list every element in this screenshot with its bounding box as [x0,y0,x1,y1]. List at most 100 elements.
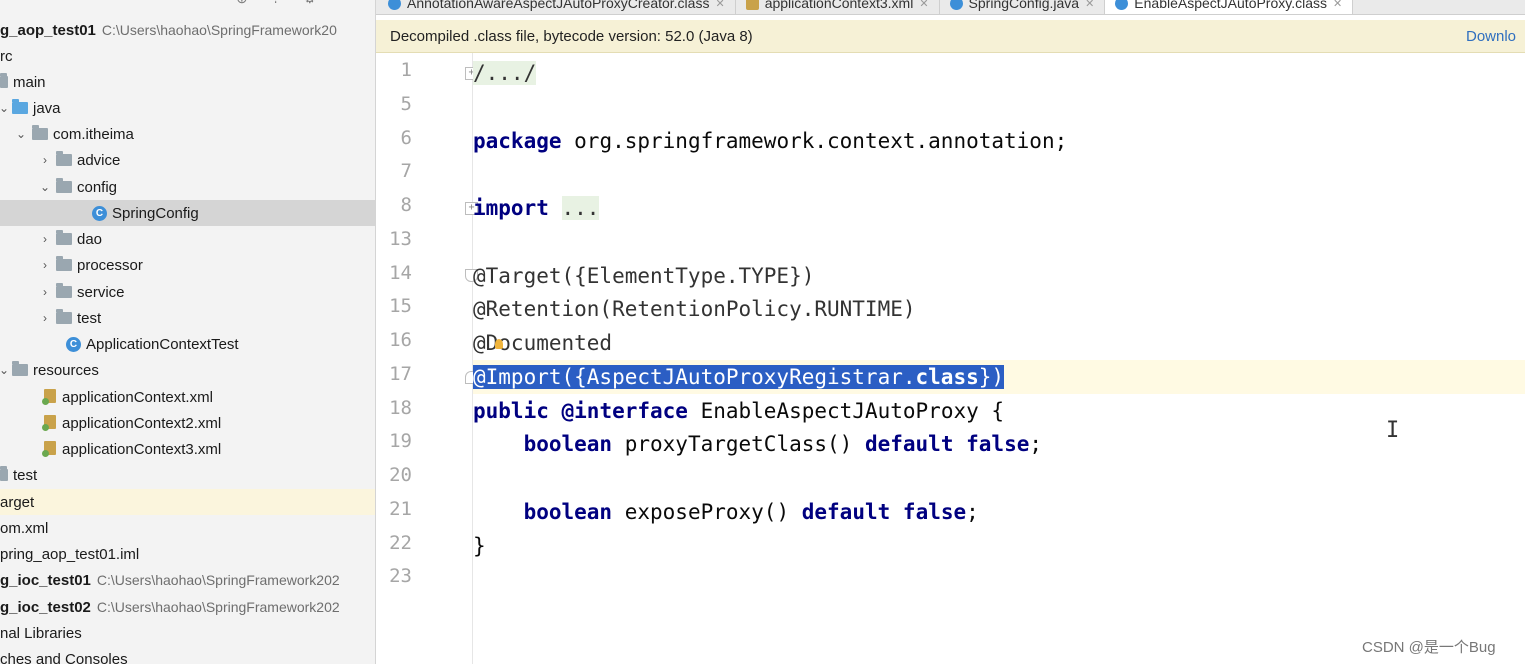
tree-item-appctx2-xml[interactable]: applicationContext2.xml [0,410,375,436]
tree-item-label: om.xml [0,519,49,537]
tab-label: applicationContext3.xml [764,0,914,11]
code-text: proxyTargetClass() [612,432,865,456]
tree-item-dao[interactable]: › dao [0,226,375,252]
tab-springconfig[interactable]: SpringConfig.java ✕ [940,0,1106,14]
chevron-down-icon[interactable]: ⌄ [14,127,28,141]
folded-region[interactable]: /.../ [473,61,537,85]
lightbulb-icon[interactable] [495,339,503,349]
xml-file-icon [42,441,56,457]
tree-item-label: arget [0,493,35,511]
keyword: boolean [523,432,613,456]
chevron-down-icon[interactable]: ⌄ [0,363,9,377]
tab-annotation-aware[interactable]: AnnotationAwareAspectJAutoProxyCreator.c… [376,0,736,14]
package-icon [56,178,72,193]
collapse-icon[interactable]: ⇡ [270,0,282,8]
tree-item-test-folder[interactable]: test [0,462,375,488]
package-icon [56,151,72,166]
line-number: 5 [400,93,412,115]
tree-item-main[interactable]: main [0,69,375,95]
tree-item-com-itheima[interactable]: ⌄ com.itheima [0,121,375,147]
folder-icon [0,73,8,88]
code-line-16: @Documented [473,326,1525,360]
watermark: CSDN @是一个Bug [1362,639,1496,656]
keyword: class [915,365,979,389]
chevron-right-icon[interactable]: › [38,285,52,299]
tree-item-label: nal Libraries [0,624,82,642]
tree-item-resources[interactable]: ⌄ resources [0,357,375,383]
tree-item-src[interactable]: rc [0,43,375,69]
tree-item-label: com.itheima [53,125,134,143]
tree-item-pom-xml[interactable]: om.xml [0,515,375,541]
chevron-right-icon[interactable]: › [38,232,52,246]
module-path: C:\Users\haohao\SpringFramework20 [101,22,337,38]
tree-item-label: dao [77,230,103,248]
module-path: C:\Users\haohao\SpringFramework202 [96,599,340,615]
tree-item-iml[interactable]: pring_aop_test01.iml [0,541,375,567]
tree-item-test-package[interactable]: › test [0,305,375,331]
tree-item-springconfig[interactable]: C SpringConfig [0,200,375,226]
package-icon [56,256,72,271]
tab-appctx3-xml[interactable]: applicationContext3.xml ✕ [736,0,940,14]
download-sources-link[interactable]: Downlo [1466,28,1516,45]
keyword: import [473,196,549,220]
package-icon [32,125,48,140]
tree-item-service[interactable]: › service [0,279,375,305]
code-line-19: boolean proxyTargetClass() default false… [473,427,1525,461]
tree-item-label: advice [77,151,121,169]
keyword: public [473,399,549,423]
keyword: @interface [561,399,688,423]
close-icon[interactable]: ✕ [715,0,724,10]
close-icon[interactable]: ✕ [919,0,928,10]
banner-message: Decompiled .class file, bytecode version… [390,27,753,45]
gear-icon[interactable]: ⚙ [303,0,316,8]
chevron-right-icon[interactable]: › [38,258,52,272]
line-number: 22 [389,532,412,554]
keyword: false [966,432,1030,456]
line-number: 20 [389,464,412,486]
tree-item-external-libraries[interactable]: nal Libraries [0,620,375,646]
tree-item-advice[interactable]: › advice [0,147,375,173]
tree-item-processor[interactable]: › processor [0,252,375,278]
tree-item-applicationcontexttest[interactable]: C ApplicationContextTest [0,331,375,357]
tree-item-scratches[interactable]: ches and Consoles [0,646,375,664]
project-tree-panel: ⊕ ⇡ ⚙ — g_aop_test01 C:\Users\haohao\Spr… [0,0,376,664]
package-icon [56,230,72,245]
minimize-icon[interactable]: — [338,0,352,8]
tree-item-appctx3-xml[interactable]: applicationContext3.xml [0,436,375,462]
module-name: g_ioc_test01 [0,571,91,589]
tree-item-appctx-xml[interactable]: applicationContext.xml [0,384,375,410]
tree-item-module-aop[interactable]: g_aop_test01 C:\Users\haohao\SpringFrame… [0,17,375,43]
chevron-right-icon[interactable]: › [38,311,52,325]
tree-item-target[interactable]: arget [0,489,375,515]
folder-icon [0,466,8,481]
line-number: 21 [389,498,412,520]
line-number: 7 [400,160,412,182]
tree-item-module-ioc1[interactable]: g_ioc_test01 C:\Users\haohao\SpringFrame… [0,567,375,593]
line-number: 14 [389,262,412,284]
editor-gutter: 1 5 6 7 8 13 14 15 16 17 18 19 20 21 22 … [376,53,478,664]
target-icon[interactable]: ⊕ [236,0,248,8]
chevron-right-icon[interactable]: › [38,153,52,167]
chevron-down-icon[interactable]: ⌄ [38,180,52,194]
tab-enable-aspectj[interactable]: EnableAspectJAutoProxy.class ✕ [1105,0,1354,14]
close-icon[interactable]: ✕ [1085,0,1094,10]
text-cursor-icon: I [1386,418,1400,443]
tree-item-label: SpringConfig [112,204,199,222]
code-editor[interactable]: /.../ package org.springframework.contex… [473,53,1525,664]
keyword: default [801,500,891,524]
annotation: @Retention(RetentionPolicy.RUNTIME) [473,297,916,321]
chevron-down-icon[interactable]: ⌄ [0,101,9,115]
line-number: 23 [389,565,412,587]
xml-file-icon [745,0,759,10]
tree-item-module-ioc2[interactable]: g_ioc_test02 C:\Users\haohao\SpringFrame… [0,594,375,620]
keyword: package [473,129,562,153]
package-icon [56,283,72,298]
tree-item-java[interactable]: ⌄ java [0,95,375,121]
decompiled-banner: Decompiled .class file, bytecode version… [376,20,1525,53]
close-icon[interactable]: ✕ [1333,0,1342,10]
tree-item-label: applicationContext.xml [62,388,213,406]
tab-label: SpringConfig.java [968,0,1080,11]
folded-region[interactable]: ... [561,196,600,220]
line-number: 6 [400,127,412,149]
tree-item-config[interactable]: ⌄ config [0,174,375,200]
